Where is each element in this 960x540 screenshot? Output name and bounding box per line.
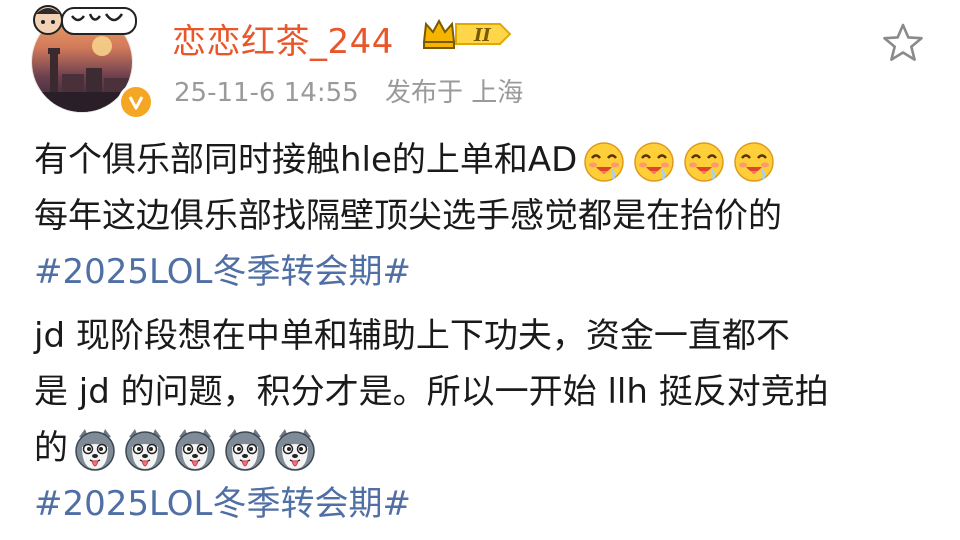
drooling-face-emoji <box>681 139 727 185</box>
paragraph1-line2: 每年这边俱乐部找隔壁顶尖选手感觉都是在抬价的 <box>34 196 782 236</box>
husky-dog-emoji <box>72 427 118 473</box>
post-meta: 25-11-6 14:55 发布于 上海 <box>174 72 541 109</box>
author-name[interactable]: 恋恋红茶_244 <box>172 14 394 63</box>
location: 发布于 上海 <box>384 78 524 108</box>
husky-dog-emoji <box>122 427 168 473</box>
husky-dog-emoji <box>272 427 318 473</box>
star-icon[interactable] <box>880 20 926 66</box>
paragraph2-line1: jd 现阶段想在中单和辅助上下功夫，资金一直都不 <box>34 316 790 356</box>
vip-level-badge[interactable]: II <box>420 16 512 52</box>
paragraph2-line3: 的 <box>34 420 934 476</box>
post-header: 恋恋红茶_244 II 25-11-6 14:55 发布于 上海 <box>0 0 960 130</box>
emoji-row-husky <box>68 420 318 476</box>
paragraph2-line2: 是 jd 的问题，积分才是。所以一开始 llh 挺反对竞拍 <box>34 372 829 412</box>
vip-level-text: II <box>473 25 491 46</box>
drooling-face-emoji <box>581 139 627 185</box>
hashtag-link-1[interactable]: #2025LOL冬季转会期# <box>34 244 934 300</box>
timestamp: 25-11-6 14:55 <box>174 78 359 108</box>
post-content: 有个俱乐部同时接触hle的上单和AD 每年这边俱乐部找隔壁顶尖选手感觉都是在抬价… <box>34 132 934 532</box>
avatar-sticker <box>28 4 140 40</box>
drooling-face-emoji <box>731 139 777 185</box>
verified-badge-icon <box>118 84 154 120</box>
husky-dog-emoji <box>172 427 218 473</box>
emoji-row-drooling <box>577 132 777 188</box>
avatar-container[interactable] <box>28 4 154 120</box>
hashtag-link-2[interactable]: #2025LOL冬季转会期# <box>34 476 934 532</box>
paragraph1-line1: 有个俱乐部同时接触hle的上单和AD <box>34 132 934 188</box>
paragraph1-line1-text: 有个俱乐部同时接触hle的上单和AD <box>34 140 578 180</box>
paragraph2-line3-text: 的 <box>34 428 68 468</box>
drooling-face-emoji <box>631 139 677 185</box>
husky-dog-emoji <box>222 427 268 473</box>
